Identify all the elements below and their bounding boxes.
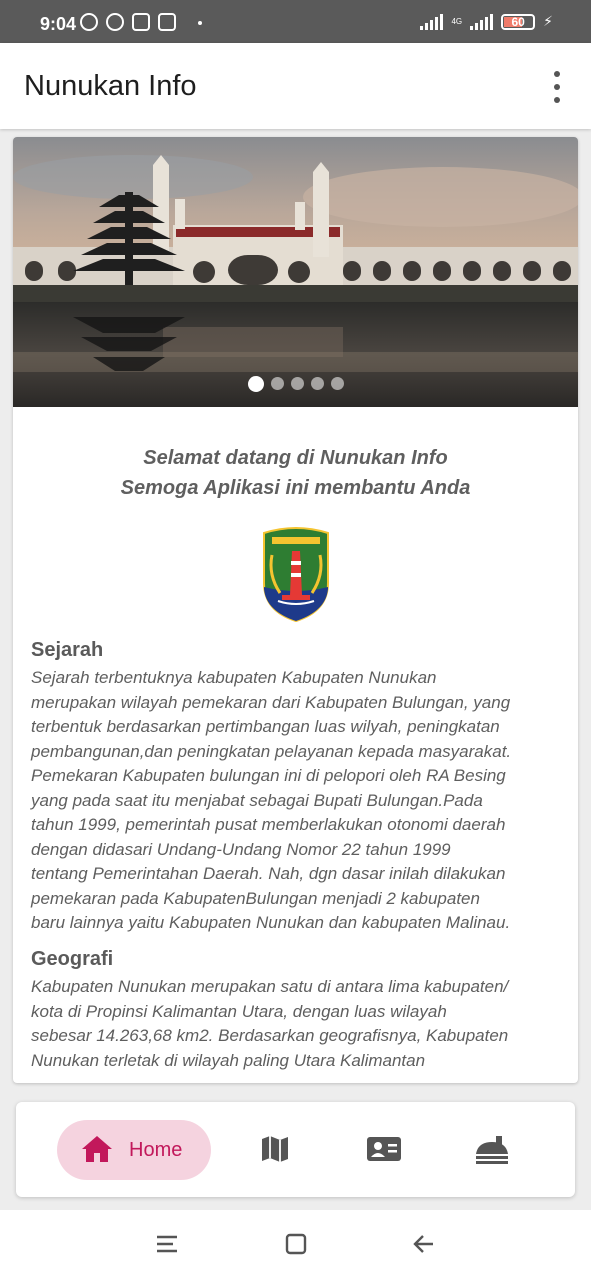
text-line: yang pada saat itu menjabat sebagai Bupa… [31, 790, 483, 810]
text-line: sebesar 14.263,68 km2. Berdasarkan geogr… [31, 1026, 509, 1045]
charging-icon: ⚡ [543, 13, 553, 29]
text-line: Kabupaten Nunukan merupakan satu di anta… [31, 977, 509, 996]
text-line: pemekaran pada KabupatenBulungan menjadi… [31, 888, 480, 908]
food-service-icon[interactable] [474, 1134, 510, 1168]
content-card: Selamat datang di Nunukan Info Semoga Ap… [13, 137, 578, 1083]
bottom-navigation: Home [16, 1102, 575, 1197]
welcome-message: Selamat datang di Nunukan Info Semoga Ap… [13, 443, 578, 503]
wifi-signal-icon [420, 13, 444, 30]
more-vert-icon[interactable] [547, 71, 567, 103]
welcome-line-1: Selamat datang di Nunukan Info [143, 447, 448, 469]
status-time: 9:04 [40, 14, 77, 34]
notification-icons [80, 13, 202, 31]
text-line: pembangunan,dan peningkatan pelayanan ke… [31, 741, 512, 761]
carousel-dot[interactable] [247, 376, 264, 392]
text-line: kota di Propinsi Kalimantan Utara, denga… [31, 1001, 447, 1021]
nav-item-home[interactable]: Home [57, 1120, 211, 1180]
text-line: merupakan wilayah pemekaran dari Kabupat… [31, 692, 511, 712]
network-type: 4G [451, 16, 463, 26]
home-square-icon[interactable] [285, 1232, 307, 1256]
carousel-indicators [13, 376, 578, 392]
carousel-dot[interactable] [270, 377, 284, 390]
section-text-geografi: Kabupaten Nunukan merupakan satu di anta… [31, 975, 563, 1073]
text-line: Sejarah terbentuknya kabupaten Kabupaten… [31, 668, 437, 687]
home-icon [82, 1136, 112, 1162]
text-line: terbentuk berdasarkan pertimbangan luas … [31, 717, 500, 736]
regency-emblem-logo [263, 527, 329, 623]
battery-icon: 60 [501, 13, 536, 30]
notification-icon [158, 13, 176, 31]
alarm-icon [80, 13, 98, 31]
section-title-sejarah: Sejarah [31, 639, 104, 661]
image-carousel[interactable] [13, 137, 578, 407]
text-line: tentang Pemerintahan Daerah. Nah, dgn da… [31, 864, 506, 883]
mosque-photo [13, 137, 578, 407]
text-line: Nunukan terletak di wilayah paling Utara… [31, 1050, 426, 1070]
section-text-sejarah: Sejarah terbentuknya kabupaten Kabupaten… [31, 666, 563, 936]
more-notifications-dot [198, 21, 202, 25]
system-navigation-bar [0, 1210, 591, 1280]
status-bar: 9:04 4G 60 ⚡ [0, 0, 591, 43]
text-line: baru lainnya yaitu Kabupaten Nunukan dan… [31, 913, 511, 932]
map-icon[interactable] [260, 1134, 290, 1164]
carousel-dot[interactable] [310, 377, 324, 390]
contact-card-icon[interactable] [366, 1134, 402, 1164]
app-notification-icon [106, 13, 124, 31]
battery-level: 60 [511, 14, 525, 29]
back-icon[interactable] [412, 1232, 436, 1256]
notification-icon [132, 13, 150, 31]
nav-home-label: Home [129, 1139, 183, 1161]
section-title-geografi: Geografi [31, 948, 114, 970]
app-title: Nunukan Info [24, 70, 197, 102]
welcome-line-2: Semoga Aplikasi ini membantu Anda [120, 477, 471, 499]
app-bar: Nunukan Info [0, 43, 591, 129]
status-right: 4G 60 ⚡ [420, 13, 553, 30]
text-line: tahun 1999, pemerintah pusat memberlakuk… [31, 815, 506, 834]
text-line: dengan didasari Undang-Undang Nomor 22 t… [31, 839, 451, 859]
text-line: Pemekaran Kabupaten bulungan ini di pelo… [31, 766, 506, 785]
carousel-dot[interactable] [330, 377, 344, 390]
recent-apps-icon[interactable] [155, 1232, 179, 1256]
cell-signal-icon [470, 13, 494, 30]
carousel-dot[interactable] [290, 377, 304, 390]
